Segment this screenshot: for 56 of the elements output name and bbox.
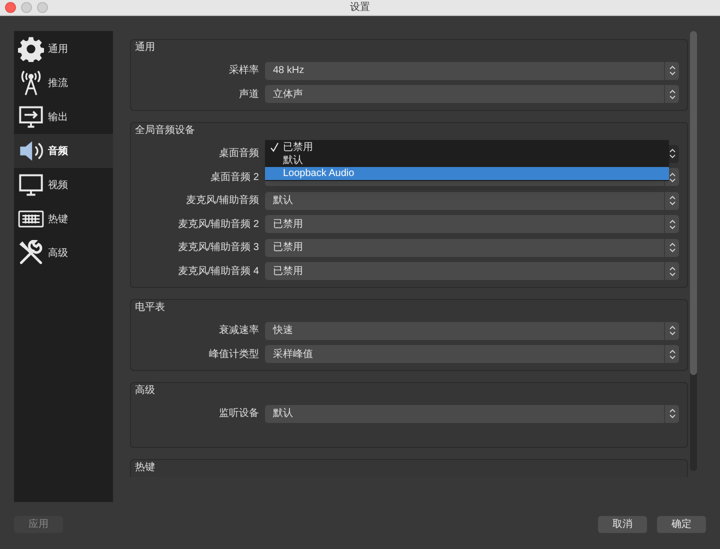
dropdown-value: 已禁用 xyxy=(272,240,304,255)
dropdown-value: 采样峰值 xyxy=(272,348,314,362)
monitor-icon xyxy=(18,172,44,198)
field-label: 声道 xyxy=(238,88,260,102)
zoom-button[interactable] xyxy=(37,2,48,13)
group-title: 高级 xyxy=(134,384,156,398)
sidebar-item[interactable]: 热键 xyxy=(14,202,113,236)
field-label: 衰减速率 xyxy=(218,324,260,338)
dialog-button[interactable]: 取消 xyxy=(598,516,647,533)
dropdown[interactable]: 默认 xyxy=(265,404,679,422)
sidebar-item[interactable]: 高级 xyxy=(14,236,113,270)
group-title: 热键 xyxy=(134,460,156,474)
dropdown-value: 已禁用 xyxy=(272,264,304,278)
scrollbar[interactable] xyxy=(690,31,697,471)
dropdown[interactable]: 默认 xyxy=(265,192,679,210)
scrollbar-thumb[interactable] xyxy=(690,31,697,375)
menu-item[interactable]: Loopback Audio xyxy=(265,166,669,180)
minimize-button[interactable] xyxy=(21,2,32,13)
field-label: 麦克风/辅助音频 2 xyxy=(176,218,260,232)
dropdown[interactable]: 立体声 xyxy=(265,85,679,103)
sidebar-item[interactable]: 输出 xyxy=(14,100,113,134)
dropdown-value: 已禁用 xyxy=(272,218,304,232)
group-title: 电平表 xyxy=(134,300,166,315)
dialog-button[interactable]: 确定 xyxy=(657,516,706,533)
field-label: 采样率 xyxy=(228,64,260,78)
menu-item[interactable]: 已禁用 xyxy=(265,140,669,154)
field-label: 麦克风/辅助音频 4 xyxy=(176,264,260,278)
tools-icon xyxy=(18,240,44,266)
dropdown[interactable]: 快速 xyxy=(265,322,679,340)
sidebar-item[interactable]: 视频 xyxy=(14,168,113,202)
dropdown[interactable]: 已禁用 xyxy=(265,238,679,256)
dropdown-value: 默认 xyxy=(272,194,294,208)
field-label: 桌面音频 xyxy=(218,146,260,161)
field-label: 麦克风/辅助音频 xyxy=(185,194,260,208)
close-button[interactable] xyxy=(5,2,16,13)
sidebar-item[interactable]: 通用 xyxy=(14,32,113,66)
dropdown-value: 立体声 xyxy=(272,88,304,102)
sidebar-item[interactable]: 推流 xyxy=(14,66,113,100)
group-title: 通用 xyxy=(134,40,156,55)
dropdown-value: 快速 xyxy=(272,324,294,338)
dropdown[interactable]: 已禁用 xyxy=(265,262,679,280)
dropdown-value: 48 kHz xyxy=(272,64,306,78)
window-title: 设置 xyxy=(350,0,370,15)
gear-icon xyxy=(18,36,44,62)
dropdown-value: 默认 xyxy=(272,407,294,421)
dropdown[interactable]: 采样峰值 xyxy=(265,345,679,363)
sidebar-item[interactable]: 音频 xyxy=(14,134,113,168)
field-label: 桌面音频 2 xyxy=(210,170,260,184)
group-title: 全局音频设备 xyxy=(134,124,196,138)
dropdown[interactable]: 48 kHz xyxy=(265,62,679,80)
dropdown[interactable]: 已禁用 xyxy=(265,215,679,233)
field-label: 麦克风/辅助音频 3 xyxy=(176,240,260,255)
menu-item[interactable]: 默认 xyxy=(265,154,669,166)
field-label: 峰值计类型 xyxy=(208,348,260,362)
monitor-arrow-icon xyxy=(18,104,44,130)
field-label: 监听设备 xyxy=(218,407,260,421)
